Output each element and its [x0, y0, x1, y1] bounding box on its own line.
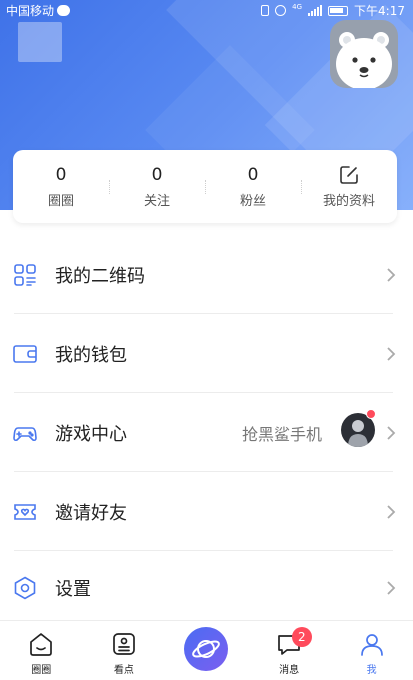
- stat-label: 圈圈: [47, 194, 74, 209]
- tab-me[interactable]: 我: [330, 621, 413, 680]
- tab-messages[interactable]: 消息 2: [248, 621, 331, 680]
- vibrate-icon: [261, 5, 270, 16]
- menu-list: 我的二维码 我的钱包 游戏中心 抢黑鲨手机 邀请好友 设置: [0, 235, 413, 624]
- menu-label: 我的钱包: [55, 344, 127, 366]
- game-promo-text: 抢黑鲨手机: [242, 424, 323, 444]
- notification-bubble-icon: [57, 5, 71, 16]
- stat-label: 关注: [143, 194, 170, 209]
- chevron-right-icon: [387, 346, 396, 361]
- stat-followers[interactable]: 0 粉丝: [205, 150, 301, 223]
- stat-label: 粉丝: [239, 194, 266, 209]
- stat-value: 0: [151, 165, 163, 185]
- menu-item-games[interactable]: 游戏中心 抢黑鲨手机: [0, 393, 413, 472]
- menu-item-qrcode[interactable]: 我的二维码: [0, 235, 413, 314]
- settings-icon: [13, 576, 37, 600]
- notification-dot: [366, 409, 376, 419]
- edit-icon: [339, 164, 359, 186]
- stat-posts[interactable]: 0 圈圈: [13, 150, 109, 223]
- menu-label: 游戏中心: [55, 423, 127, 445]
- stat-value: 0: [247, 165, 259, 185]
- planet-icon: [184, 627, 229, 671]
- status-bar: 中国移动 4G 下午4:17: [0, 0, 413, 20]
- stat-label: 我的资料: [322, 194, 375, 209]
- carrier-name: 中国移动: [6, 4, 55, 18]
- ticket-heart-icon: [13, 500, 37, 524]
- tab-label: 消息: [279, 665, 300, 676]
- stat-following[interactable]: 0 关注: [109, 150, 205, 223]
- unread-badge: 2: [291, 627, 312, 647]
- status-time: 下午4:17: [354, 4, 405, 18]
- menu-item-invite[interactable]: 邀请好友: [0, 472, 413, 551]
- stats-card: 0 圈圈 0 关注 0 粉丝 我的资料: [13, 150, 397, 223]
- username-placeholder[interactable]: [18, 22, 62, 62]
- battery-icon: [328, 5, 349, 16]
- qrcode-icon: [13, 263, 37, 287]
- news-icon: [111, 631, 137, 657]
- menu-item-settings[interactable]: 设置: [0, 551, 413, 624]
- chevron-right-icon: [387, 267, 396, 282]
- chevron-right-icon: [387, 425, 396, 440]
- menu-label: 我的二维码: [55, 265, 145, 287]
- tab-discover[interactable]: 看点: [83, 621, 166, 680]
- tab-label: 圈圈: [31, 665, 52, 676]
- tab-center[interactable]: [165, 621, 248, 680]
- tab-home[interactable]: 圈圈: [0, 621, 83, 680]
- tab-label: 我: [366, 665, 377, 676]
- menu-item-wallet[interactable]: 我的钱包: [0, 314, 413, 393]
- alarm-icon: [275, 5, 287, 16]
- stat-value: 0: [55, 165, 67, 185]
- chevron-right-icon: [387, 504, 396, 519]
- chevron-right-icon: [387, 580, 396, 595]
- network-type: 4G: [292, 3, 303, 11]
- user-icon: [359, 631, 385, 657]
- edit-profile-button[interactable]: 我的资料: [301, 150, 397, 223]
- signal-icon: [308, 5, 323, 16]
- wallet-icon: [13, 342, 37, 366]
- bottom-tab-bar: 圈圈 看点 消息 2 我: [0, 620, 413, 680]
- home-icon: [28, 631, 54, 657]
- tab-label: 看点: [113, 665, 134, 676]
- menu-label: 邀请好友: [55, 502, 127, 524]
- menu-label: 设置: [55, 578, 91, 600]
- avatar[interactable]: [330, 20, 398, 88]
- gamepad-icon: [13, 421, 37, 445]
- polar-bear-icon: [336, 32, 392, 88]
